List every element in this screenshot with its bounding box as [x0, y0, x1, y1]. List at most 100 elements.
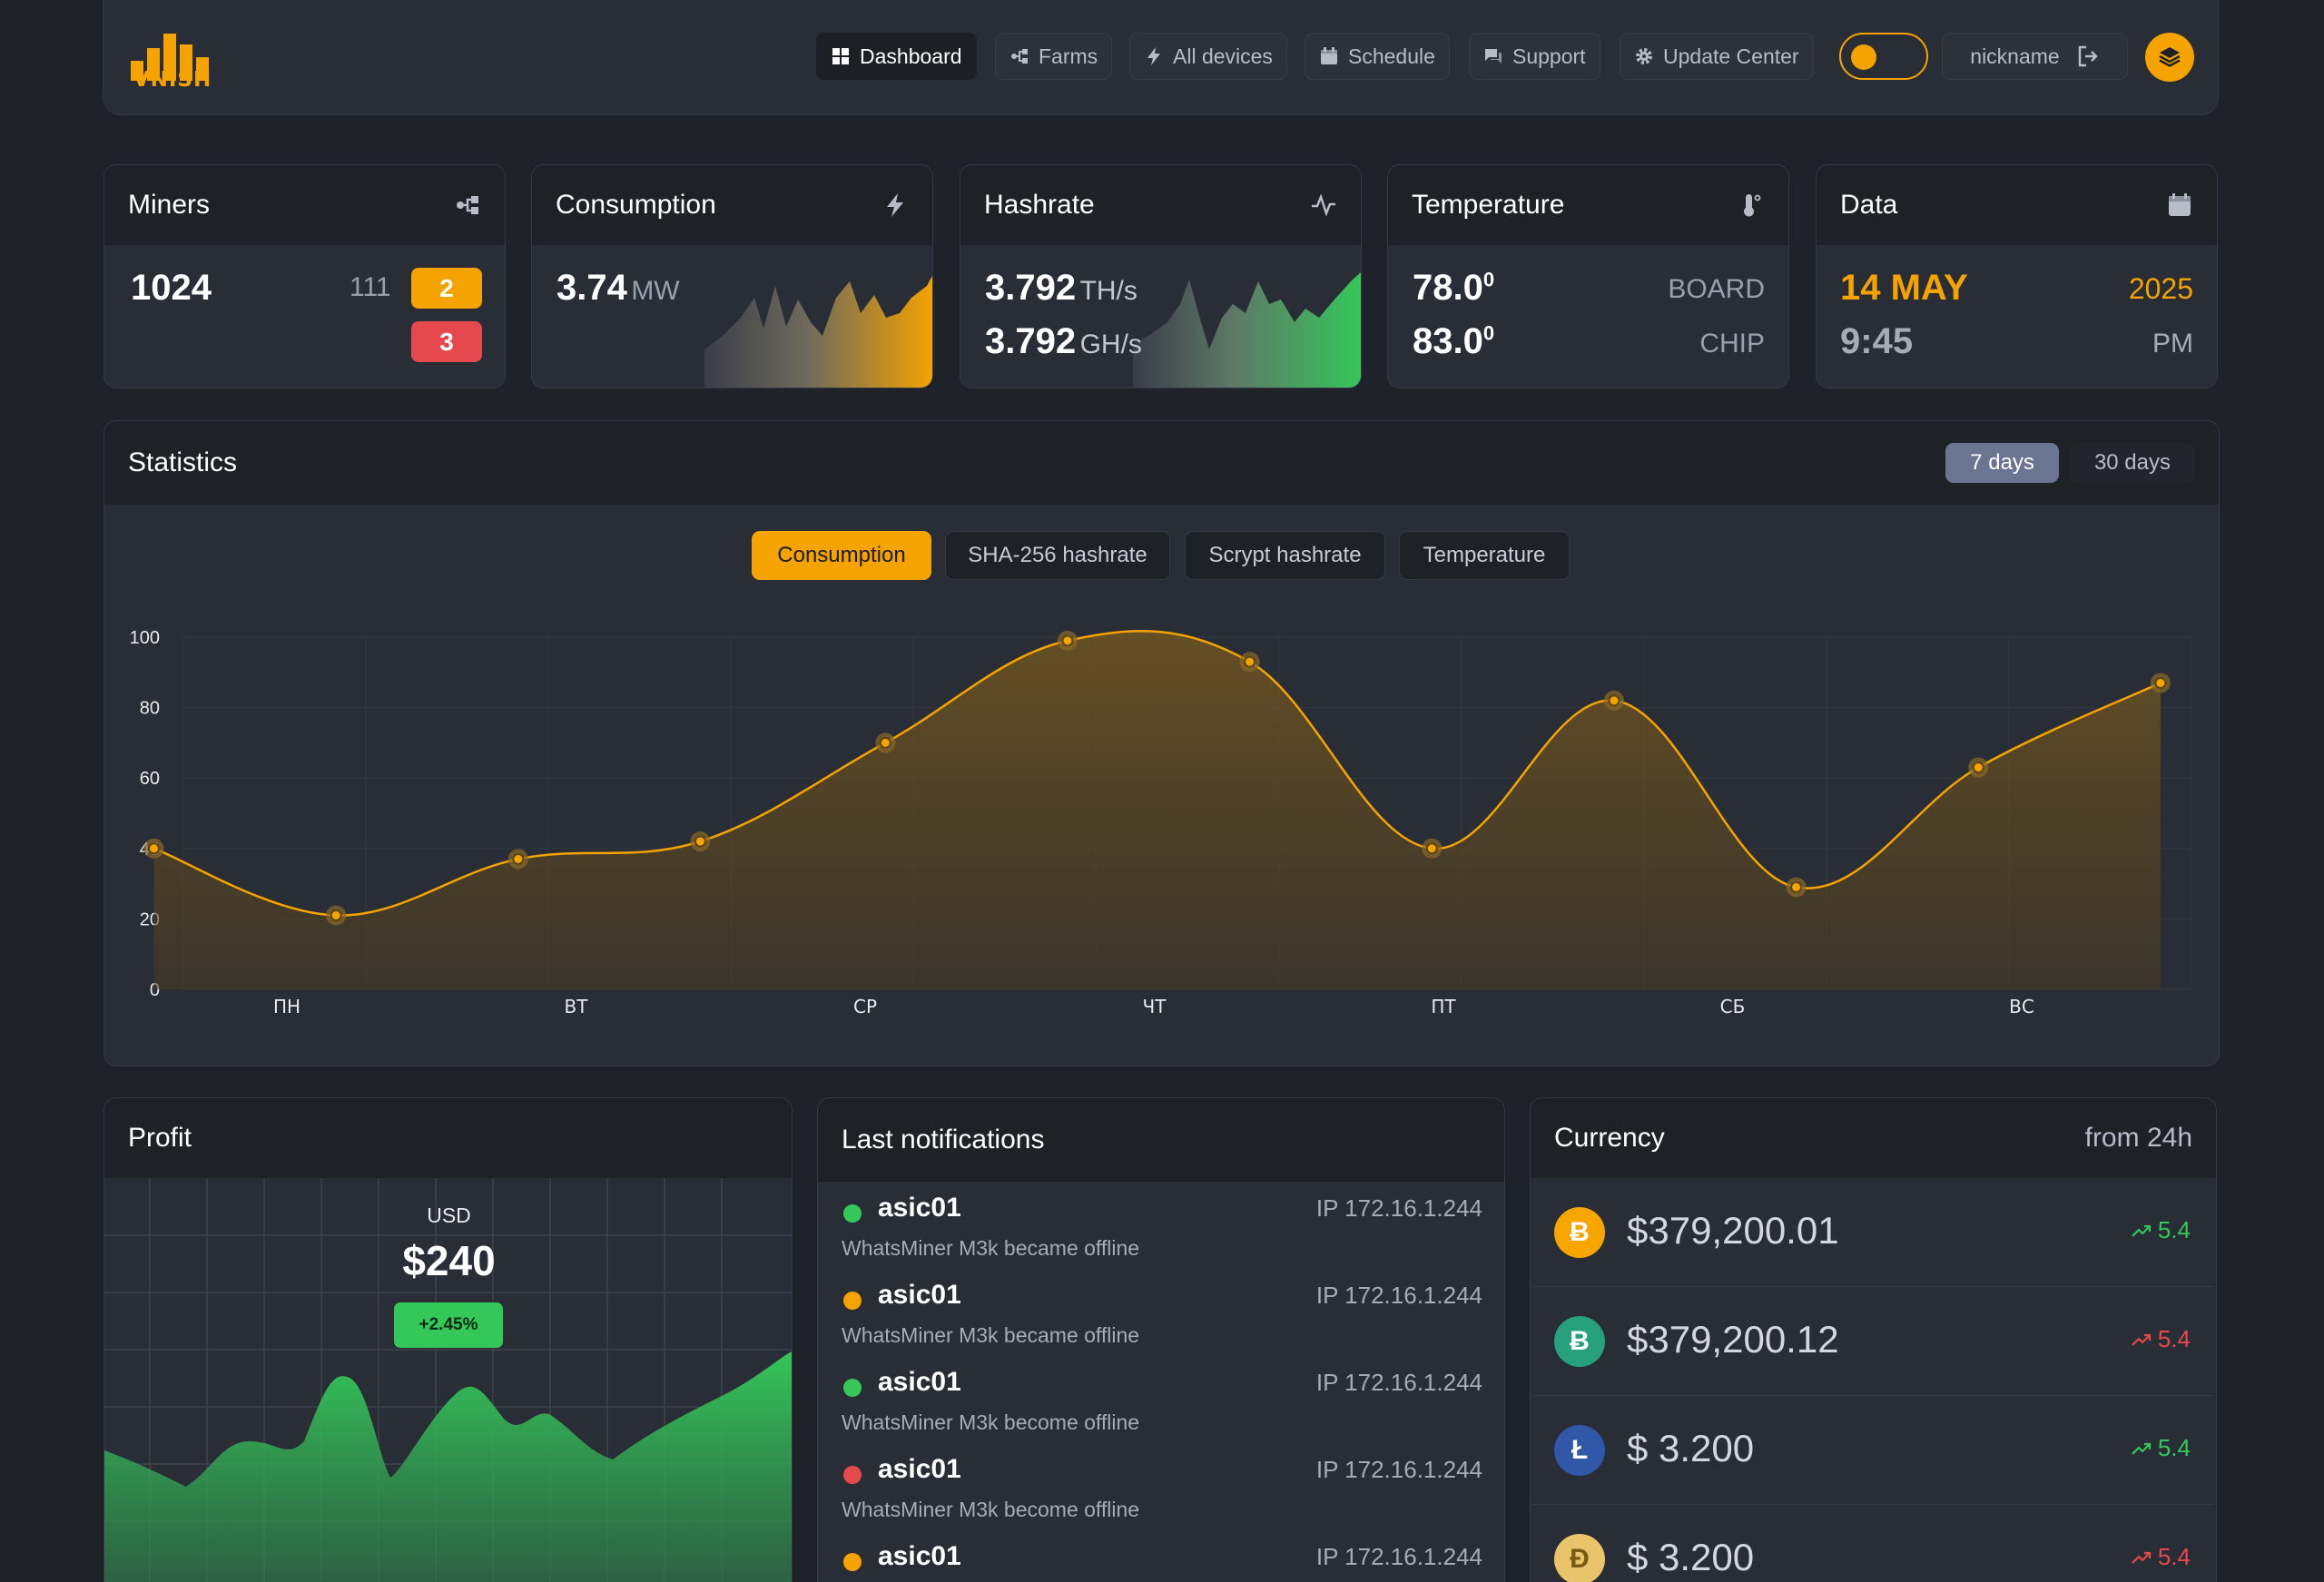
hashrate-unit-2: GH/s — [1079, 329, 1142, 359]
notification-ip: IP 172.16.1.244 — [1315, 1369, 1482, 1396]
logout-icon[interactable] — [2076, 44, 2100, 68]
toggle-knob — [1851, 44, 1876, 70]
theme-toggle[interactable] — [1839, 33, 1928, 80]
notification-message: WhatsMiner M3k became offline — [842, 1323, 1140, 1347]
thermometer-icon — [1744, 194, 1761, 217]
username: nickname — [1970, 44, 2060, 68]
profit-change-badge: +2.45% — [394, 1302, 503, 1348]
nav-all-devices[interactable]: All devices — [1129, 33, 1287, 80]
currency-row[interactable]: Ƀ $379,200.01 5.4 — [1531, 1178, 2214, 1287]
data-point[interactable] — [1061, 634, 1074, 647]
coin-icon: Ƀ — [1554, 1207, 1605, 1258]
metric-scrypt-tab[interactable]: Scrypt hashrate — [1185, 531, 1385, 580]
profit-value: $240 — [402, 1237, 496, 1284]
coin-price: $379,200.12 — [1627, 1318, 1839, 1361]
data-card-header: Data — [1817, 165, 2217, 245]
currency-row[interactable]: Ð $ 3.200 5.4 — [1531, 1505, 2214, 1582]
range-30-days-button[interactable]: 30 days — [2069, 443, 2195, 483]
x-tick-label: ПН — [273, 996, 300, 1017]
data-point[interactable] — [1425, 842, 1438, 855]
statistics-title: Statistics — [128, 447, 238, 477]
currency-title: Currency — [1554, 1123, 1665, 1153]
notification-item[interactable]: asic01 IP 172.16.1.244 WhatsMiner M3k beca… — [842, 1280, 1482, 1361]
trend-up-icon — [2132, 1551, 2151, 1564]
user-menu[interactable]: nickname — [1942, 33, 2128, 80]
data-point[interactable] — [694, 835, 706, 848]
network-icon — [1011, 49, 1028, 64]
grid-icon — [832, 48, 849, 64]
profit-title: Profit — [128, 1123, 192, 1153]
notification-item[interactable]: asic01 IP 172.16.1.244 WhatsMiner M3k beco… — [842, 1454, 1482, 1536]
card-title: Temperature — [1412, 190, 1565, 220]
status-dot — [843, 1553, 862, 1571]
coin-change: 5.4 — [2131, 1216, 2191, 1244]
data-point[interactable] — [879, 736, 891, 749]
consumption-card-header: Consumption — [532, 165, 932, 245]
layers-icon — [2159, 47, 2181, 67]
consumption-unit: MW — [631, 276, 680, 306]
metric-temperature-tab[interactable]: Temperature — [1399, 531, 1570, 580]
y-tick-label: 80 — [140, 699, 160, 719]
chat-icon — [1485, 49, 1502, 64]
data-point[interactable] — [1608, 694, 1620, 707]
data-point[interactable] — [512, 852, 525, 865]
miners-error-badge[interactable]: 3 — [411, 321, 482, 362]
statistics-header: Statistics 7 days 30 days — [104, 421, 2219, 505]
consumption-sparkline — [704, 275, 932, 388]
miners-total: 1024 — [131, 268, 212, 308]
data-point[interactable] — [330, 909, 342, 922]
coin-icon: Ł — [1554, 1425, 1605, 1476]
coin-price: $ 3.200 — [1627, 1427, 1755, 1469]
hashrate-value-2: 3.792 — [985, 321, 1077, 361]
temperature-card-header: Temperature — [1388, 165, 1788, 245]
coin-price: $379,200.01 — [1627, 1209, 1839, 1252]
x-tick-label: ПТ — [1431, 996, 1456, 1017]
miners-card: Miners 1024 111 2 3 — [103, 164, 506, 388]
data-point[interactable] — [147, 842, 160, 855]
nav-farms[interactable]: Farms — [995, 33, 1113, 80]
nav-update-center[interactable]: Update Center — [1620, 33, 1814, 80]
notification-item[interactable]: asic01 IP 172.16.1.244 — [842, 1541, 1482, 1582]
status-dot — [843, 1204, 862, 1223]
status-dot — [843, 1292, 862, 1310]
card-title: Data — [1840, 190, 1898, 220]
data-point[interactable] — [1972, 762, 1984, 774]
bolt-icon — [1147, 47, 1160, 65]
y-tick-label: 60 — [140, 769, 160, 789]
nav-label: Farms — [1039, 44, 1098, 68]
metric-consumption-tab[interactable]: Consumption — [752, 531, 931, 580]
profit-currency: USD — [427, 1204, 471, 1227]
metric-sha256-tab[interactable]: SHA-256 hashrate — [945, 531, 1170, 580]
nav-schedule[interactable]: Schedule — [1305, 33, 1450, 80]
notification-item[interactable]: asic01 IP 172.16.1.244 WhatsMiner M3k beca… — [842, 1193, 1482, 1274]
nav-label: All devices — [1173, 44, 1273, 68]
consumption-card: Consumption 3.74 MW — [531, 164, 933, 388]
data-point[interactable] — [1244, 655, 1256, 668]
nav-dashboard[interactable]: Dashboard — [816, 33, 977, 80]
notifications-title: Last notifications — [842, 1125, 1045, 1155]
coin-icon: Ð — [1554, 1534, 1605, 1582]
currency-row[interactable]: Ƀ $379,200.12 5.4 — [1531, 1287, 2214, 1396]
x-tick-label: ВТ — [565, 996, 589, 1017]
notification-message: WhatsMiner M3k became offline — [842, 1236, 1140, 1260]
coin-change: 5.4 — [2131, 1543, 2191, 1571]
temperature-card: Temperature 78.00 BOARD 83.00 CHIP — [1387, 164, 1789, 388]
miners-warning-badge[interactable]: 2 — [411, 268, 482, 309]
board-temperature: 78.00 — [1413, 268, 1495, 308]
notification-ip: IP 172.16.1.244 — [1315, 1456, 1482, 1483]
notification-item[interactable]: asic01 IP 172.16.1.244 WhatsMiner M3k beco… — [842, 1367, 1482, 1449]
data-point[interactable] — [1790, 880, 1803, 893]
hashrate-sparkline — [1133, 271, 1361, 388]
status-dot — [843, 1379, 862, 1397]
notification-device: asic01 — [878, 1454, 961, 1484]
nav-support[interactable]: Support — [1469, 33, 1600, 80]
layers-button[interactable] — [2145, 33, 2194, 82]
currency-period: from 24h — [2084, 1123, 2192, 1153]
range-7-days-button[interactable]: 7 days — [1945, 443, 2059, 483]
currency-row[interactable]: Ł $ 3.200 5.4 — [1531, 1396, 2214, 1505]
trend-up-icon — [2132, 1442, 2151, 1455]
consumption-area — [153, 631, 2161, 989]
nav-label: Support — [1512, 44, 1586, 68]
data-point[interactable] — [2154, 676, 2167, 689]
miners-card-header: Miners — [104, 165, 505, 245]
